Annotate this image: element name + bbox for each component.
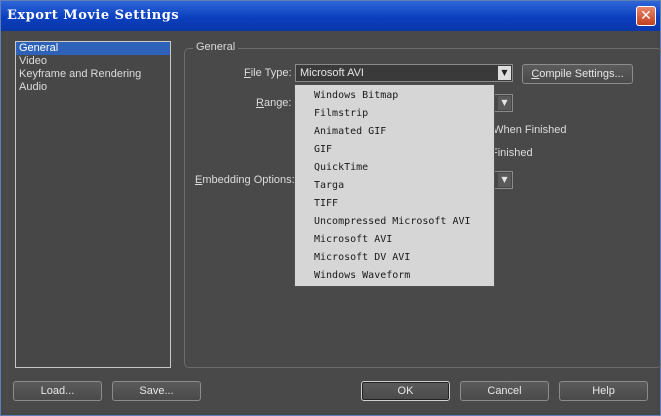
help-button[interactable]: Help	[559, 381, 648, 401]
nav-item-video[interactable]: Video	[16, 55, 170, 68]
range-label: Range:	[256, 97, 292, 109]
file-type-value: Microsoft AVI	[300, 67, 364, 79]
file-type-option[interactable]: Microsoft DV AVI	[295, 249, 494, 267]
ok-button[interactable]: OK	[361, 381, 450, 401]
file-type-option[interactable]: Microsoft AVI	[295, 231, 494, 249]
chevron-down-icon[interactable]: ▼	[498, 173, 511, 187]
file-type-option[interactable]: Filmstrip	[295, 105, 494, 123]
beep-when-finished-label[interactable]: Finished	[491, 147, 533, 159]
file-type-option[interactable]: Uncompressed Microsoft AVI	[295, 213, 494, 231]
file-type-option[interactable]: Animated GIF	[295, 123, 494, 141]
chevron-down-icon[interactable]: ▼	[498, 66, 511, 80]
settings-category-list: General Video Keyframe and Rendering Aud…	[15, 41, 171, 368]
close-icon[interactable]: ✕	[636, 6, 656, 26]
general-group-legend: General	[193, 41, 239, 53]
file-type-option[interactable]: QuickTime	[295, 159, 494, 177]
nav-item-general[interactable]: General	[16, 42, 170, 55]
cancel-button[interactable]: Cancel	[460, 381, 549, 401]
nav-item-audio[interactable]: Audio	[16, 81, 170, 94]
save-button[interactable]: Save...	[112, 381, 201, 401]
file-type-dropdown-list: Windows Bitmap Filmstrip Animated GIF GIF Qu…	[294, 84, 495, 287]
file-type-option[interactable]: Windows Bitmap	[295, 87, 494, 105]
file-type-label: File Type:	[244, 67, 292, 79]
file-type-option[interactable]: GIF	[295, 141, 494, 159]
nav-item-keyframe-rendering[interactable]: Keyframe and Rendering	[16, 68, 170, 81]
chevron-down-icon[interactable]: ▼	[498, 96, 511, 110]
embedding-options-label: Embedding Options:	[195, 174, 295, 186]
file-type-select[interactable]: Microsoft AVI ▼	[295, 64, 513, 82]
compile-settings-button[interactable]: Compile Settings...	[522, 64, 633, 84]
file-type-option[interactable]: Windows Waveform	[295, 267, 494, 285]
window-title: Export Movie Settings	[7, 8, 180, 23]
file-type-option[interactable]: TIFF	[295, 195, 494, 213]
title-bar[interactable]: Export Movie Settings ✕	[1, 1, 660, 31]
load-button[interactable]: Load...	[13, 381, 102, 401]
open-when-finished-label[interactable]: t When Finished	[487, 124, 566, 136]
export-movie-settings-dialog: Export Movie Settings ✕ General Video Ke…	[0, 0, 661, 416]
file-type-option[interactable]: Targa	[295, 177, 494, 195]
